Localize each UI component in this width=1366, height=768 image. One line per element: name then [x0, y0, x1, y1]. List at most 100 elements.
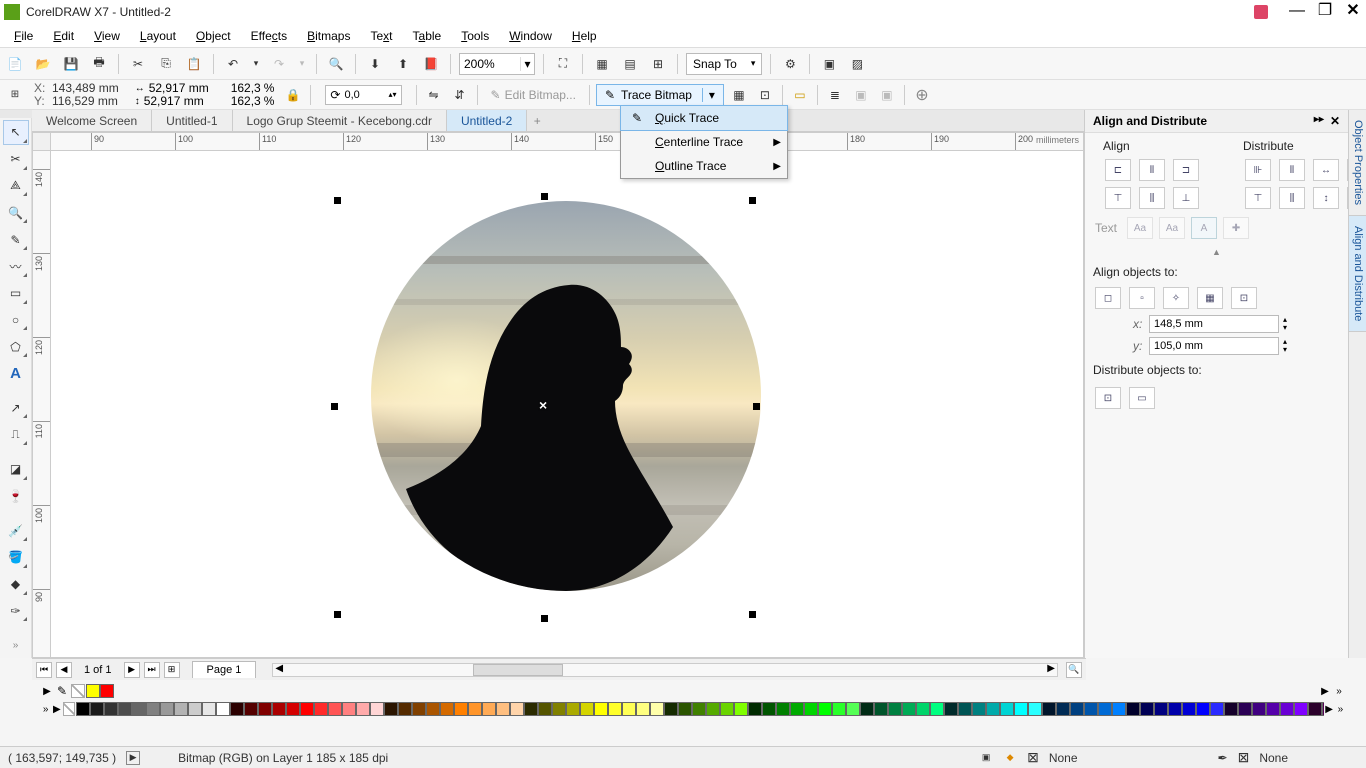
- drop-shadow-tool[interactable]: ◪: [3, 457, 29, 482]
- color-proof-icon[interactable]: ▣: [979, 751, 993, 765]
- doc-palette-left[interactable]: ▶: [40, 686, 54, 697]
- zoom-tool[interactable]: 🔍: [3, 200, 29, 225]
- panel-close-icon[interactable]: ✕: [1330, 114, 1340, 128]
- trace-bitmap-dropdown[interactable]: ▾: [702, 88, 715, 102]
- selection-handle-n[interactable]: [541, 193, 548, 200]
- align-to-active[interactable]: ◻: [1095, 287, 1121, 309]
- launch-button-1[interactable]: ▣: [818, 53, 840, 75]
- palette-swatch-62[interactable]: [944, 702, 958, 716]
- palette-swatch-55[interactable]: [846, 702, 860, 716]
- palette-swatch-19[interactable]: [342, 702, 356, 716]
- palette-swatch-29[interactable]: [482, 702, 496, 716]
- menu-help[interactable]: Help: [562, 26, 607, 46]
- palette-swatch-85[interactable]: [1266, 702, 1280, 716]
- palette-swatch-60[interactable]: [916, 702, 930, 716]
- palette-swatch-53[interactable]: [818, 702, 832, 716]
- align-left[interactable]: ⊏: [1105, 159, 1131, 181]
- palette-swatch-47[interactable]: [734, 702, 748, 716]
- palette-swatch-51[interactable]: [790, 702, 804, 716]
- crop-tool[interactable]: ⟁: [3, 174, 29, 199]
- palette-swatch-67[interactable]: [1014, 702, 1028, 716]
- palette-swatch-63[interactable]: [958, 702, 972, 716]
- palette-swatch-48[interactable]: [748, 702, 762, 716]
- palette-swatch-18[interactable]: [328, 702, 342, 716]
- page-add[interactable]: ⊞: [164, 662, 180, 678]
- menu-file[interactable]: File: [4, 26, 43, 46]
- side-tab-align-distribute[interactable]: Align and Distribute: [1349, 216, 1366, 332]
- palette-swatch-3[interactable]: [118, 702, 132, 716]
- import-button[interactable]: ⬇: [364, 53, 386, 75]
- dist-center-v[interactable]: ⫼: [1279, 187, 1305, 209]
- page-next[interactable]: ▶: [124, 662, 140, 678]
- palette-swatch-4[interactable]: [132, 702, 146, 716]
- mirror-vertical-button[interactable]: ⇵: [449, 84, 471, 106]
- y-value[interactable]: 116,529 mm: [52, 95, 118, 108]
- paste-button[interactable]: 📋: [183, 53, 205, 75]
- palette-swatch-56[interactable]: [860, 702, 874, 716]
- palette-swatch-39[interactable]: [622, 702, 636, 716]
- add-tab-button[interactable]: +: [527, 110, 547, 131]
- palette-swatch-33[interactable]: [538, 702, 552, 716]
- zoom-fit-button[interactable]: 🔍: [1066, 662, 1082, 678]
- shape-tool[interactable]: ✂: [3, 147, 29, 172]
- palette-swatch-34[interactable]: [552, 702, 566, 716]
- panel-collapse-icon[interactable]: ▸▸: [1314, 114, 1324, 128]
- export-button[interactable]: ⬆: [392, 53, 414, 75]
- align-x-input[interactable]: [1149, 315, 1279, 333]
- palette-swatch-37[interactable]: [594, 702, 608, 716]
- undo-dropdown[interactable]: ▾: [250, 53, 262, 75]
- palette-swatch-25[interactable]: [426, 702, 440, 716]
- text-tool[interactable]: A: [3, 361, 29, 386]
- palette-swatch-49[interactable]: [762, 702, 776, 716]
- palette-swatch-14[interactable]: [272, 702, 286, 716]
- selection-handle-e[interactable]: [753, 403, 760, 410]
- palette-swatch-30[interactable]: [496, 702, 510, 716]
- palette-swatch-21[interactable]: [370, 702, 384, 716]
- palette-swatch-74[interactable]: [1112, 702, 1126, 716]
- palette-swatch-20[interactable]: [356, 702, 370, 716]
- palette-swatch-64[interactable]: [972, 702, 986, 716]
- zoom-input[interactable]: [460, 57, 520, 71]
- palette-swatch-36[interactable]: [580, 702, 594, 716]
- palette-swatch-76[interactable]: [1140, 702, 1154, 716]
- color-eyedropper-tool[interactable]: 💉: [3, 518, 29, 543]
- menu-layout[interactable]: Layout: [130, 26, 186, 46]
- align-y-stepper[interactable]: ▴▾: [1283, 338, 1287, 354]
- palette-swatch-10[interactable]: [216, 702, 230, 716]
- palette-swatch-68[interactable]: [1028, 702, 1042, 716]
- palette-swatch-61[interactable]: [930, 702, 944, 716]
- palette-swatch-7[interactable]: [174, 702, 188, 716]
- outline-pen-tool[interactable]: ✑: [3, 599, 29, 624]
- show-guidelines-button[interactable]: ⊞: [647, 53, 669, 75]
- palette-menu[interactable]: »: [40, 704, 51, 715]
- user-icon[interactable]: [1254, 5, 1268, 19]
- palette-swatch-70[interactable]: [1056, 702, 1070, 716]
- menu-object[interactable]: Object: [186, 26, 241, 46]
- connector-tool[interactable]: ⎍: [3, 422, 29, 447]
- horizontal-ruler[interactable]: millimeters 9010011012013014015016017018…: [51, 133, 1083, 151]
- no-fill-swatch[interactable]: [63, 702, 75, 716]
- show-rulers-button[interactable]: ▦: [591, 53, 613, 75]
- palette-left[interactable]: ▶: [51, 704, 62, 715]
- lock-ratio-button[interactable]: 🔒: [282, 84, 304, 106]
- mirror-horizontal-button[interactable]: ⇋: [423, 84, 445, 106]
- align-right[interactable]: ⊐: [1173, 159, 1199, 181]
- zoom-level[interactable]: ▾: [459, 53, 535, 75]
- page-tab-1[interactable]: Page 1: [192, 661, 257, 678]
- resample-button[interactable]: ▦: [728, 84, 750, 106]
- palette-swatch-32[interactable]: [524, 702, 538, 716]
- palette-swatch-44[interactable]: [692, 702, 706, 716]
- align-top[interactable]: ⊤: [1105, 187, 1131, 209]
- publish-pdf-button[interactable]: 📕: [420, 53, 442, 75]
- palette-swatch-6[interactable]: [160, 702, 174, 716]
- doc-swatch-1[interactable]: [100, 684, 114, 698]
- palette-swatch-65[interactable]: [986, 702, 1000, 716]
- vertical-ruler[interactable]: 14013012011010090: [33, 151, 51, 657]
- horizontal-scrollbar-thumb[interactable]: [473, 664, 563, 676]
- quick-trace-item[interactable]: ✎ Quick Trace: [620, 105, 788, 131]
- outline-pen-icon[interactable]: ✒: [1218, 751, 1228, 765]
- height-value[interactable]: 52,917 mm: [144, 95, 214, 108]
- dist-to-page[interactable]: ▭: [1129, 387, 1155, 409]
- selection-handle-ne[interactable]: [749, 197, 756, 204]
- palette-swatch-52[interactable]: [804, 702, 818, 716]
